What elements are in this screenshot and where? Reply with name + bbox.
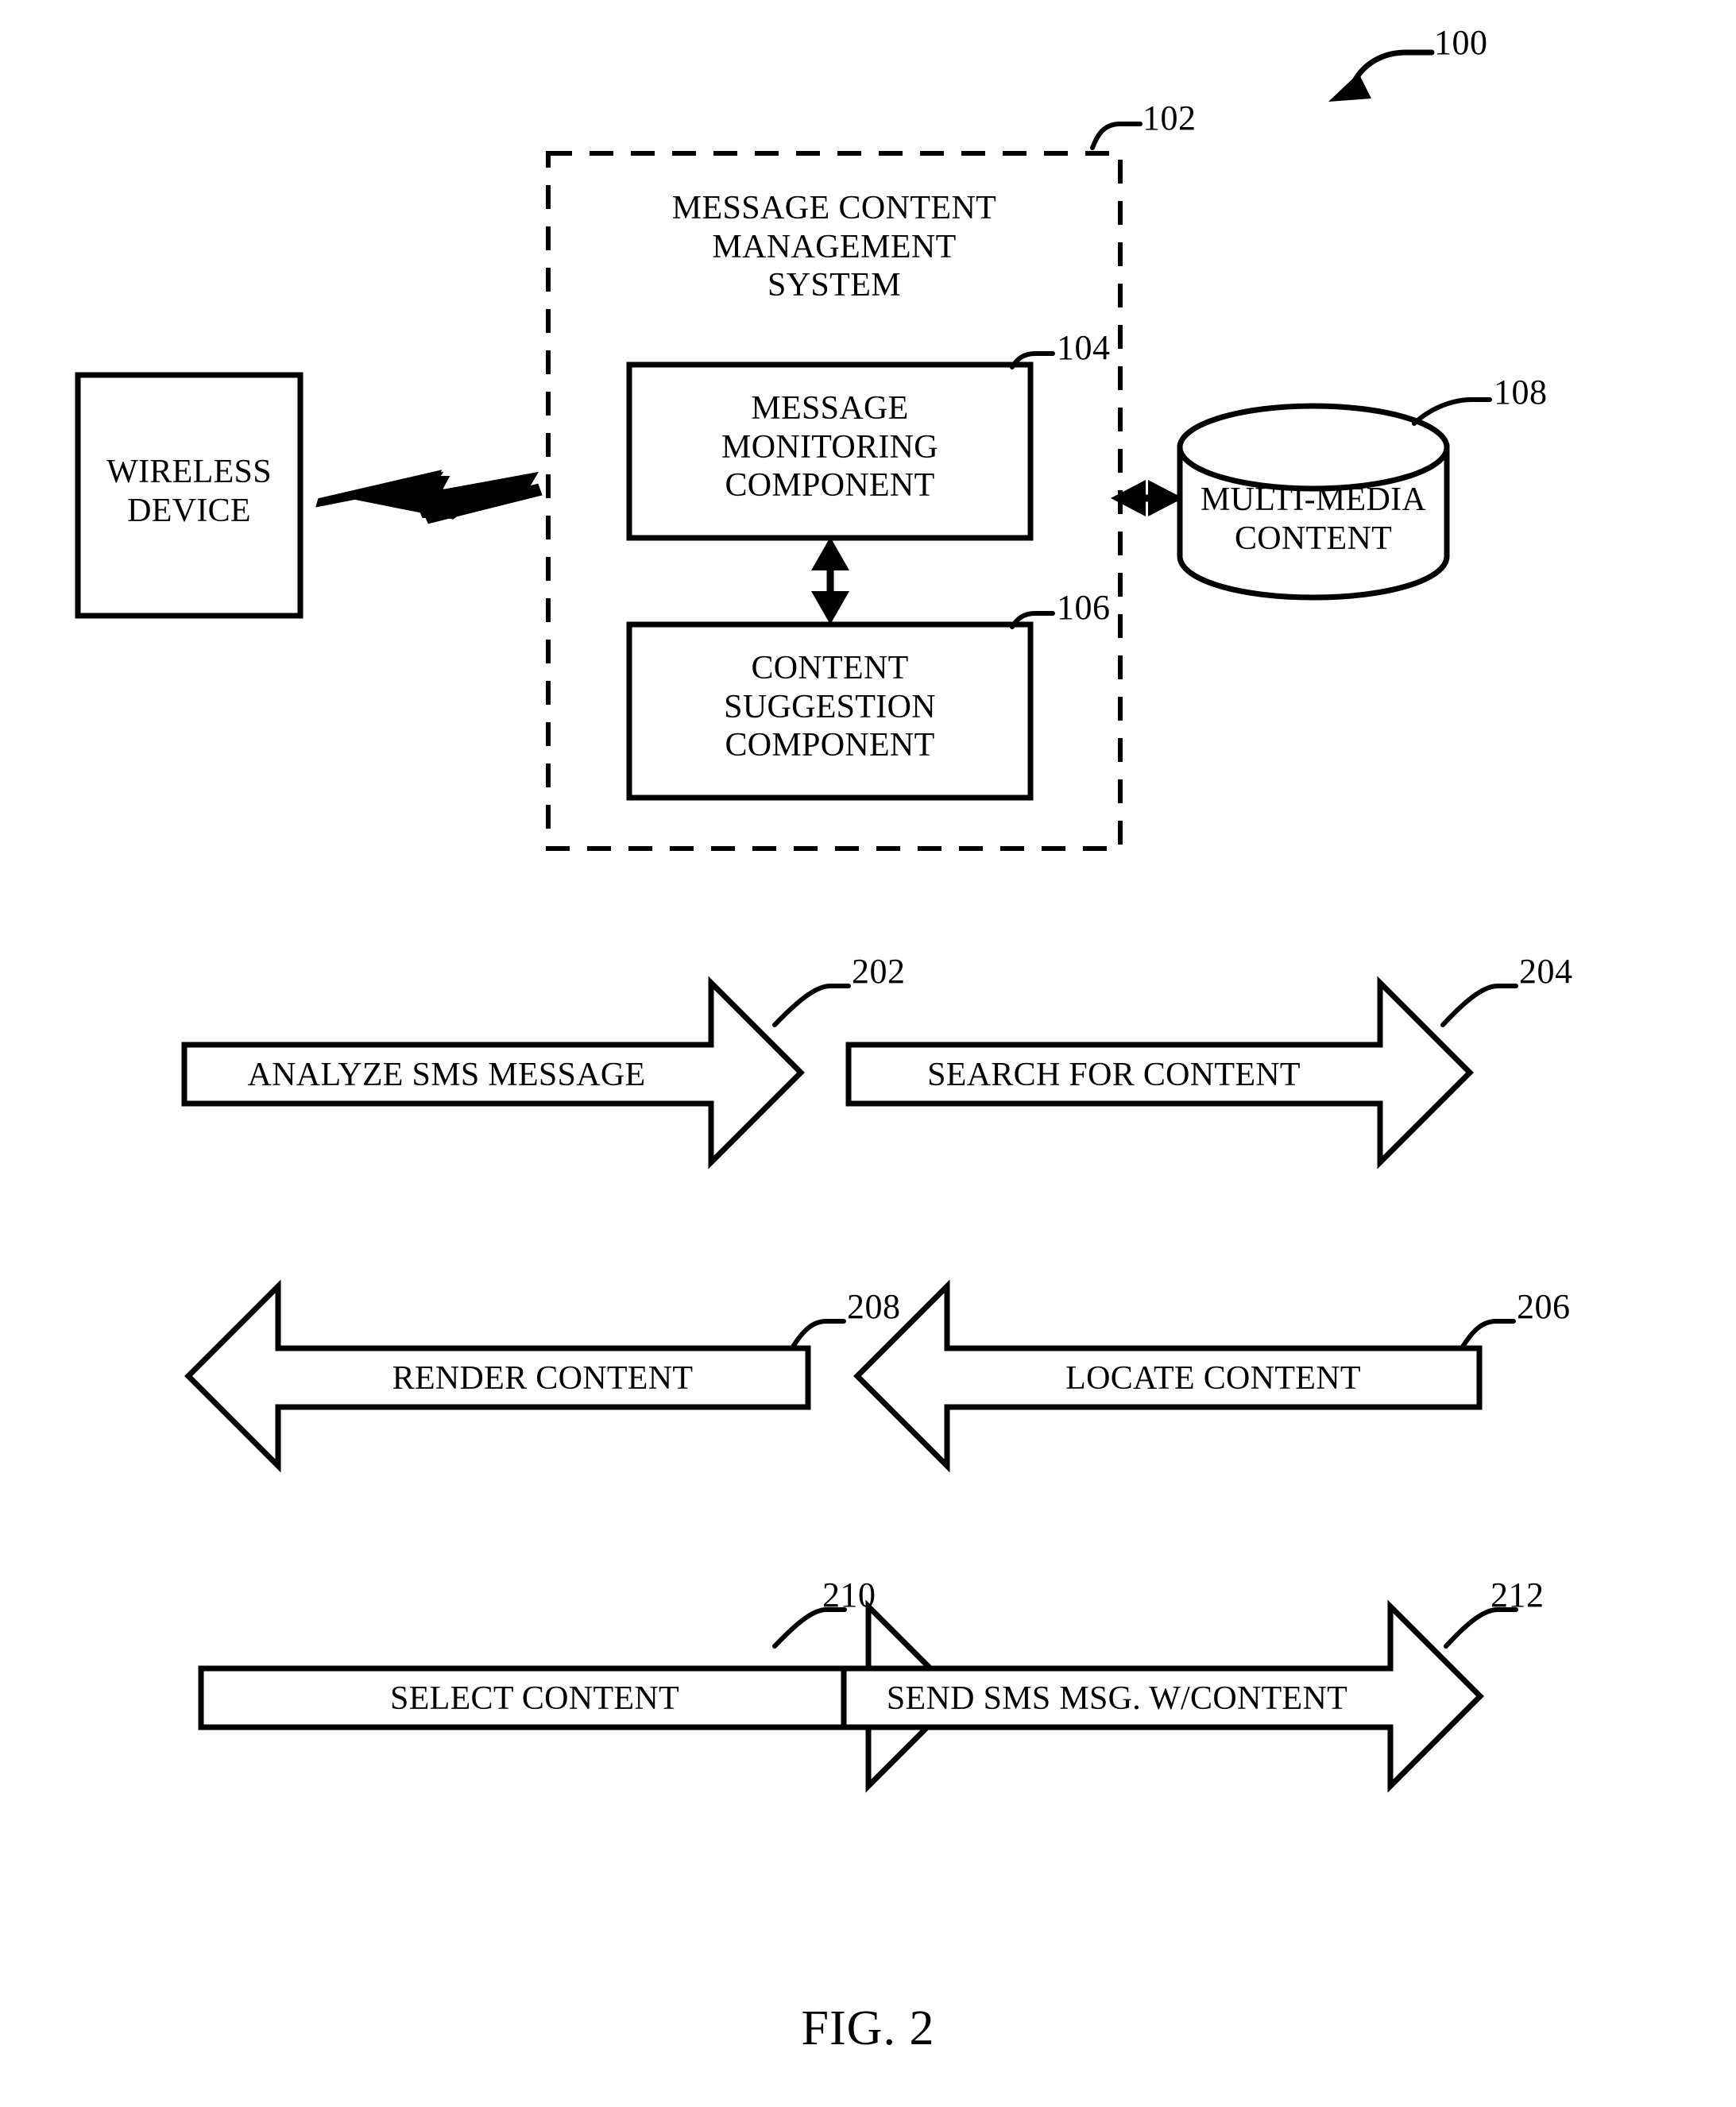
wireless-device-line-1: WIRELESS bbox=[106, 454, 272, 490]
multimedia-content-label: MULTI-MEDIA CONTENT bbox=[1180, 481, 1447, 558]
message-monitoring-component-label: MESSAGE MONITORING COMPONENT bbox=[629, 389, 1030, 505]
component-ref-104: 104 bbox=[1057, 328, 1111, 367]
system-ref-100: 100 bbox=[1434, 23, 1488, 62]
system-title-line-2: MANAGEMENT bbox=[712, 228, 957, 265]
flow-step-ref-212: 212 bbox=[1490, 1575, 1545, 1614]
system-title-line-1: MESSAGE CONTENT bbox=[671, 190, 997, 226]
content-suggestion-component-label: CONTENT SUGGESTION COMPONENT bbox=[629, 649, 1030, 765]
figure-caption: FIG. 2 bbox=[801, 2001, 935, 2055]
csc-line-3: COMPONENT bbox=[725, 727, 935, 764]
patent-figure: 100 102 MESSAGE CONTENT MANAGEMENT SYSTE… bbox=[0, 0, 1736, 2107]
mmc-line-3: COMPONENT bbox=[725, 467, 935, 505]
flow-step-ref-204: 204 bbox=[1519, 952, 1573, 991]
flow-step-ref-208: 208 bbox=[847, 1287, 901, 1326]
csc-line-1: CONTENT bbox=[751, 650, 909, 686]
db-line-1: MULTI-MEDIA bbox=[1200, 481, 1427, 518]
flow-step-label-206: LOCATE CONTENT bbox=[1065, 1360, 1361, 1397]
component-ref-106: 106 bbox=[1057, 588, 1111, 627]
ref-108-leader bbox=[1412, 397, 1492, 426]
mmc-line-2: MONITORING bbox=[721, 428, 938, 466]
csc-line-2: SUGGESTION bbox=[724, 688, 936, 725]
figure-vector-layer bbox=[75, 49, 1518, 1793]
wireless-link-bolt bbox=[315, 470, 543, 524]
db-line-2: CONTENT bbox=[1234, 520, 1393, 557]
flow-step-ref-206: 206 bbox=[1517, 1287, 1571, 1326]
mmc-line-1: MESSAGE bbox=[751, 390, 909, 427]
flow-step-ref-202: 202 bbox=[852, 952, 906, 991]
system-ref-102: 102 bbox=[1143, 99, 1197, 137]
system-title-line-3: SYSTEM bbox=[767, 267, 902, 304]
flow-step-label-208: RENDER CONTENT bbox=[392, 1360, 694, 1397]
ref-102-leader bbox=[1090, 122, 1143, 150]
flow-step-label-202: ANALYZE SMS MESSAGE bbox=[247, 1057, 646, 1093]
flow-step-ref-210: 210 bbox=[822, 1575, 876, 1614]
component-link-double-arrow bbox=[811, 537, 849, 624]
flow-step-label-210: SELECT CONTENT bbox=[390, 1680, 679, 1717]
wireless-device-label: WIRELESS DEVICE bbox=[78, 453, 300, 530]
system-ref-leader bbox=[1328, 49, 1435, 102]
system-title: MESSAGE CONTENT MANAGEMENT SYSTEM bbox=[580, 189, 1088, 305]
wireless-device-line-2: DEVICE bbox=[127, 492, 251, 529]
flow-step-label-212: SEND SMS MSG. W/CONTENT bbox=[886, 1680, 1348, 1717]
database-ref-108: 108 bbox=[1494, 373, 1548, 412]
flow-step-label-204: SEARCH FOR CONTENT bbox=[927, 1057, 1301, 1093]
